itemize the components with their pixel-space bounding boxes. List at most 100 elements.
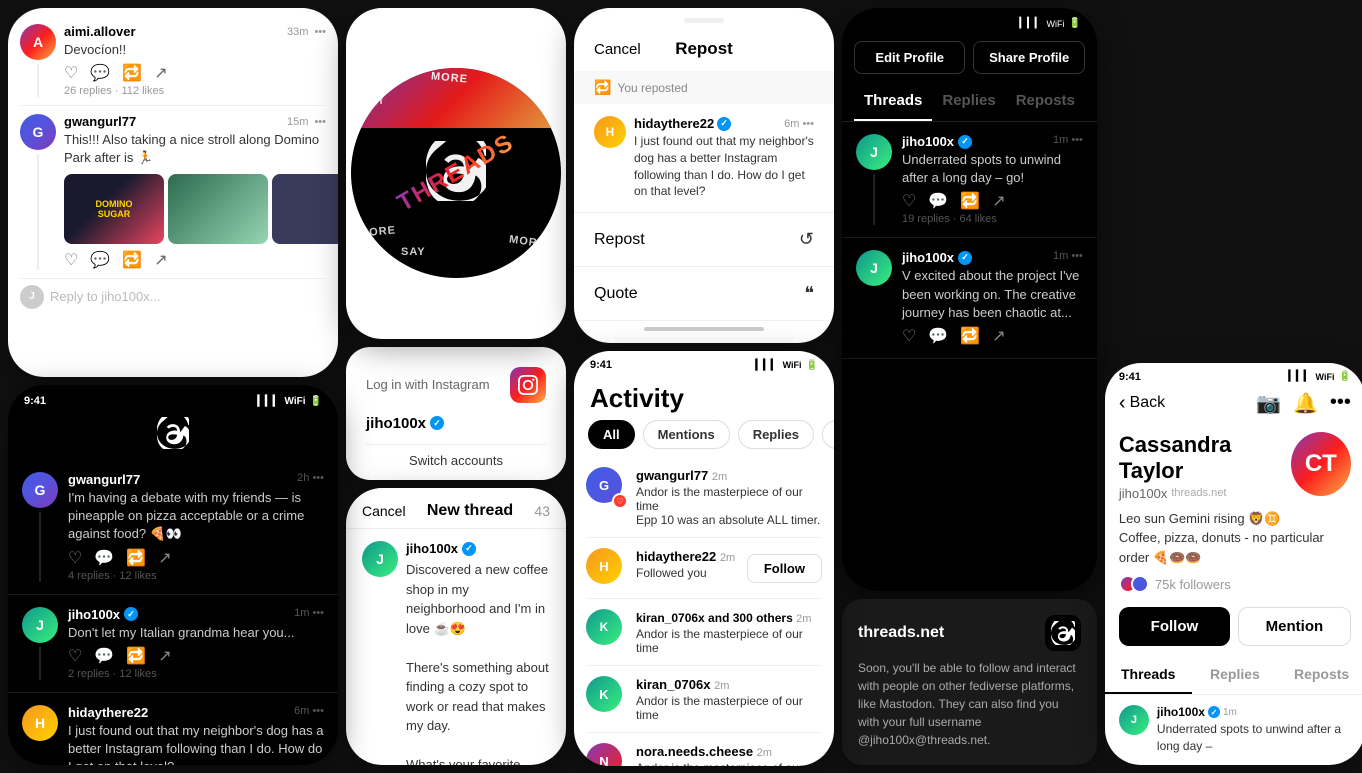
status-time: 9:41: [24, 395, 46, 407]
preview-avatar: J: [1119, 705, 1149, 735]
reply-row[interactable]: J Reply to jiho100x...: [20, 279, 326, 313]
thread-item: J jiho100x ✓ 1m ••• Don't let my Italian…: [8, 595, 338, 693]
share-button[interactable]: ↗: [154, 250, 167, 270]
repost-button[interactable]: 🔁: [126, 548, 146, 568]
repost-button[interactable]: 🔁: [126, 646, 146, 666]
repost-cancel-button[interactable]: Cancel: [594, 41, 641, 58]
like-button[interactable]: ♡: [902, 191, 916, 211]
activity-avatar: N: [586, 743, 622, 766]
comment-button[interactable]: 💬: [90, 63, 110, 83]
share-button[interactable]: ↗: [158, 646, 171, 666]
quote-option[interactable]: Quote ❝: [574, 267, 834, 321]
character-count: 43: [534, 503, 550, 519]
avatar: H: [22, 705, 58, 741]
thread-preview: J jiho100x ✓ 1m Underrated spots to unwi…: [1105, 695, 1362, 765]
tab-replies[interactable]: Replies: [738, 420, 814, 449]
tab-verified[interactable]: Verif...: [822, 420, 834, 449]
profile-tabs: Threads Replies Reposts: [1105, 656, 1362, 695]
preview-time: 1m: [1223, 707, 1237, 718]
tab-threads[interactable]: Threads: [1105, 656, 1192, 694]
follow-button[interactable]: Follow: [1119, 607, 1230, 646]
activity-avatar: H: [586, 548, 622, 584]
follow-button[interactable]: Follow: [747, 554, 822, 583]
verified-icon: ✓: [124, 607, 138, 621]
instagram-icon: [510, 367, 546, 403]
repost-button[interactable]: 🔁: [122, 250, 142, 270]
tab-all[interactable]: All: [588, 420, 635, 449]
like-button[interactable]: ♡: [64, 63, 78, 83]
threads-net-logo: [1045, 615, 1081, 651]
more-icon[interactable]: •••: [1330, 391, 1351, 416]
verified-icon: ✓: [958, 135, 972, 149]
activity-avatar: K: [586, 609, 622, 645]
username[interactable]: jiho100x ✓: [902, 134, 972, 149]
activity-desc: Andor is the masterpiece of our time: [636, 694, 822, 722]
switch-accounts-button[interactable]: Switch accounts: [366, 444, 546, 476]
col4: ▎▎▎WiFi🔋 Edit Profile Share Profile Thre…: [842, 8, 1097, 765]
image-thumb: [168, 174, 268, 244]
share-button[interactable]: ↗: [158, 548, 171, 568]
dark-feed-phone: 9:41 ▎▎▎WiFi🔋 G gwan: [8, 385, 338, 765]
username[interactable]: gwangurl77: [64, 114, 136, 129]
bell-icon[interactable]: 🔔: [1293, 391, 1318, 416]
repost-option[interactable]: Repost ↺: [574, 213, 834, 267]
share-profile-button[interactable]: Share Profile: [973, 41, 1084, 74]
tab-replies[interactable]: Replies: [932, 82, 1005, 121]
activity-item: H hidaythere22 2m Followed you Follow: [586, 538, 822, 599]
col5: 9:41 ▎▎▎WiFi🔋 ‹ Back 📷 🔔 •••: [1105, 8, 1362, 765]
repost-button[interactable]: 🔁: [960, 326, 980, 346]
comment-button[interactable]: 💬: [94, 548, 114, 568]
composer-avatar: J: [362, 541, 398, 577]
share-button[interactable]: ↗: [992, 326, 1005, 346]
like-button[interactable]: ♡: [68, 548, 82, 568]
activity-desc: Andor is the masterpiece of our time: [636, 761, 822, 766]
avatar: G: [20, 114, 56, 150]
avatar: J: [22, 607, 58, 643]
username[interactable]: hidaythere22: [68, 705, 148, 720]
thread-text: Don't let my Italian grandma hear you...: [68, 624, 324, 642]
profile-bio: Leo sun Gemini rising 🦁♊️ Coffee, pizza,…: [1105, 505, 1362, 574]
handle-domain: threads.net: [1171, 487, 1226, 499]
more-icon[interactable]: •••: [314, 116, 326, 128]
comment-button[interactable]: 💬: [90, 250, 110, 270]
tab-reposts[interactable]: Reposts: [1278, 656, 1362, 694]
status-icons: ▎▎▎WiFi🔋: [756, 360, 818, 371]
comment-button[interactable]: 💬: [928, 191, 948, 211]
like-button[interactable]: ♡: [68, 646, 82, 666]
activity-username: kiran_0706x 2m: [636, 677, 729, 692]
comment-button[interactable]: 💬: [94, 646, 114, 666]
verified-icon: ✓: [958, 251, 972, 265]
username[interactable]: gwangurl77: [68, 472, 140, 487]
tab-replies[interactable]: Replies: [1192, 656, 1279, 694]
tab-threads[interactable]: Threads: [854, 82, 932, 121]
like-button[interactable]: ♡: [64, 250, 78, 270]
back-button[interactable]: ‹ Back: [1119, 392, 1165, 415]
username[interactable]: aimi.allover: [64, 24, 136, 39]
mini-avatar: [1131, 575, 1149, 593]
thread-compose-area[interactable]: Discovered a new coffee shop in my neigh…: [406, 560, 550, 765]
edit-profile-button[interactable]: Edit Profile: [854, 41, 965, 74]
username[interactable]: jiho100x ✓: [902, 250, 972, 265]
share-button[interactable]: ↗: [154, 63, 167, 83]
tab-reposts[interactable]: Reposts: [1006, 82, 1085, 121]
repost-icon: ↺: [799, 229, 814, 250]
thread-item: H hidaythere22 6m ••• I just found out t…: [8, 693, 338, 765]
more-icon[interactable]: •••: [314, 26, 326, 38]
thread-item: A aimi.allover 33m •••: [20, 16, 326, 106]
mention-button[interactable]: Mention: [1238, 607, 1351, 646]
repost-username: hidaythere22 ✓: [634, 116, 731, 131]
share-button[interactable]: ↗: [992, 191, 1005, 211]
username[interactable]: jiho100x ✓: [68, 607, 138, 622]
repost-button[interactable]: 🔁: [122, 63, 142, 83]
activity-username: nora.needs.cheese 2m: [636, 744, 772, 759]
comment-button[interactable]: 💬: [928, 326, 948, 346]
thread-text: V excited about the project I've been wo…: [902, 267, 1083, 322]
status-bar: 9:41 ▎▎▎WiFi🔋: [8, 385, 338, 411]
reply-placeholder[interactable]: Reply to jiho100x...: [50, 289, 161, 304]
camera-icon[interactable]: 📷: [1256, 391, 1281, 416]
tab-mentions[interactable]: Mentions: [643, 420, 730, 449]
like-button[interactable]: ♡: [902, 326, 916, 346]
threads-net-description: Soon, you'll be able to follow and inter…: [858, 659, 1081, 749]
cancel-button[interactable]: Cancel: [362, 503, 406, 519]
repost-button[interactable]: 🔁: [960, 191, 980, 211]
